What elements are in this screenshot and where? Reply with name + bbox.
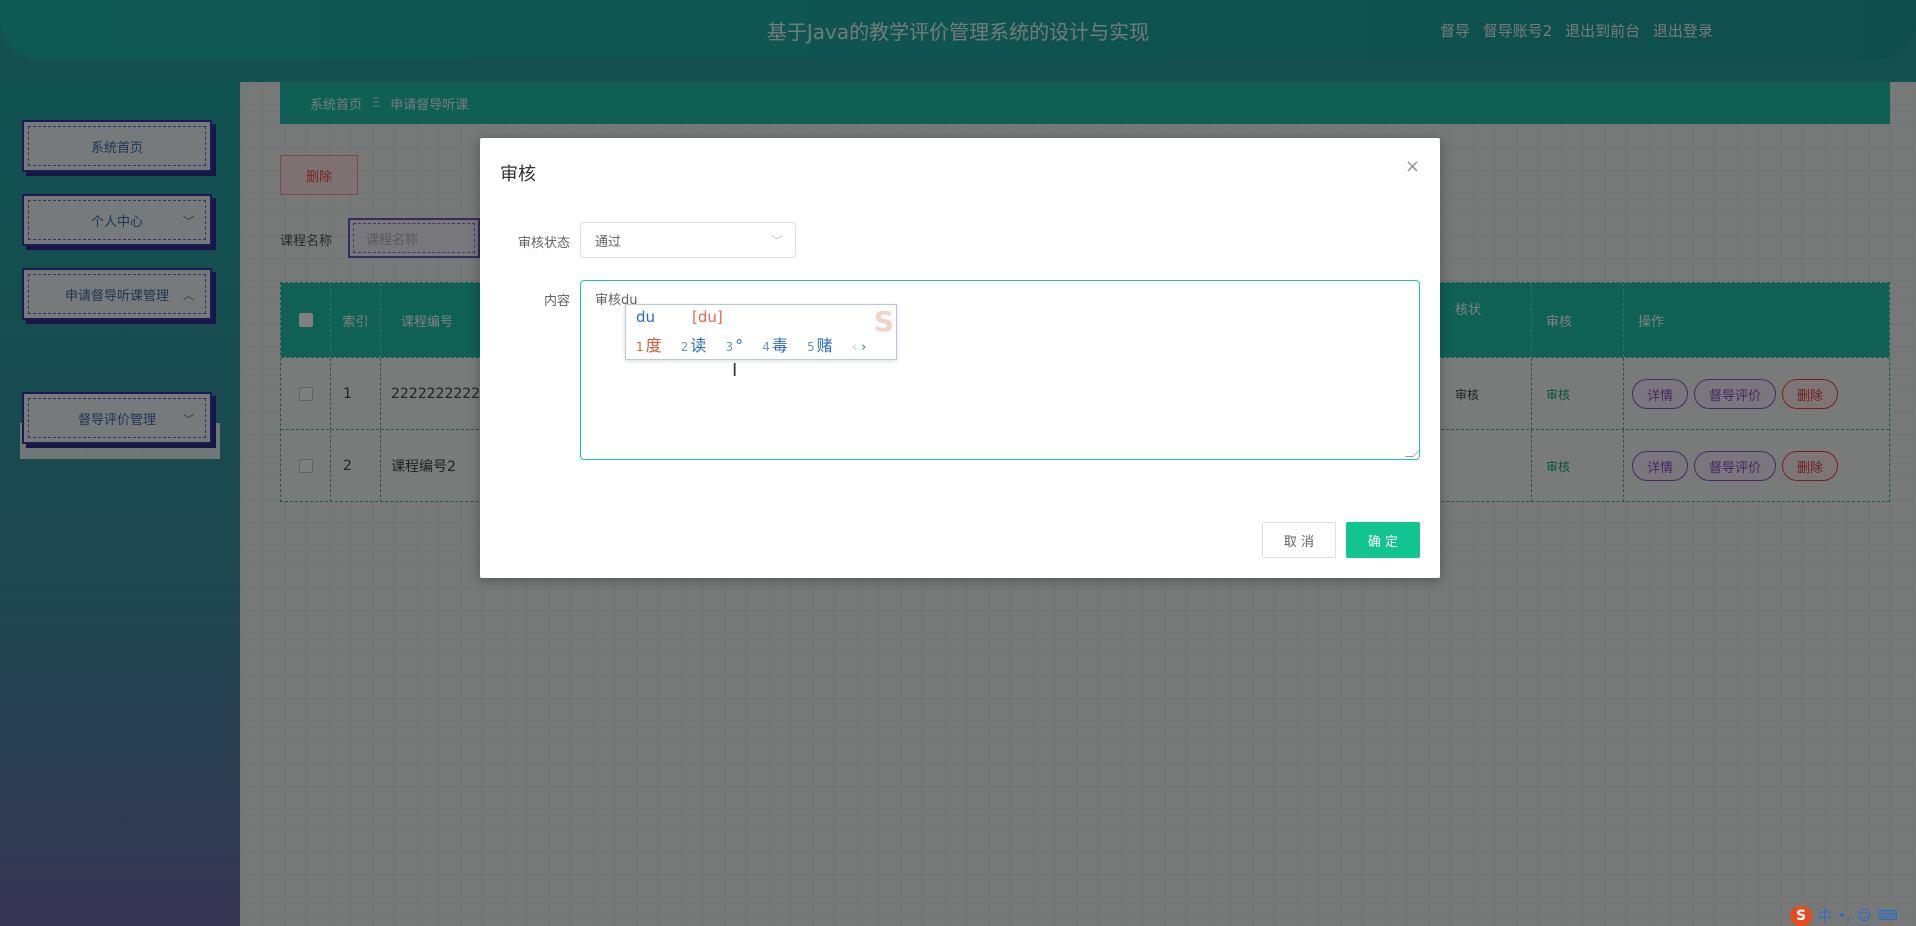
- audit-status-value: 通过: [595, 234, 622, 250]
- cancel-button[interactable]: 取 消: [1262, 522, 1336, 558]
- text-cursor-icon: I: [732, 360, 738, 381]
- ime-page-nav[interactable]: ‹ ›: [852, 340, 867, 355]
- ime-emoji-icon[interactable]: ☺: [1857, 908, 1872, 924]
- ime-candidate[interactable]: 5赌: [807, 336, 833, 355]
- ime-candidate[interactable]: 2读: [681, 336, 707, 355]
- ime-punctuation-icon[interactable]: •,: [1838, 908, 1851, 924]
- ime-next-icon[interactable]: ›: [861, 340, 866, 355]
- ime-status-bar: S 中 •, ☺ ⌨: [1790, 906, 1898, 926]
- ime-candidate[interactable]: 3 °: [726, 336, 744, 355]
- ime-candidates: 1度 2读 3 ° 4毒 5赌 ‹ ›: [636, 332, 866, 356]
- ime-prev-icon[interactable]: ‹: [852, 340, 857, 355]
- status-label: 审核状态: [517, 236, 570, 251]
- sogou-logo-icon: S: [873, 305, 894, 338]
- sogou-tray-icon[interactable]: S: [1790, 906, 1812, 926]
- ime-candidate-window: du [du] S 1度 2读 3 ° 4毒 5赌 ‹ ›: [625, 304, 897, 360]
- dialog-title: 审核: [500, 164, 536, 185]
- ime-keyboard-icon[interactable]: ⌨: [1877, 908, 1897, 924]
- ime-pinyin: [du]: [692, 308, 723, 326]
- chevron-down-icon: ﹀: [770, 234, 783, 248]
- resize-handle-icon[interactable]: [1405, 449, 1421, 457]
- audit-dialog: 审核 × 审核状态 通过 ﹀ 内容 审核du du [du] S 1度 2读 3…: [480, 138, 1440, 578]
- close-icon[interactable]: ×: [1405, 156, 1420, 177]
- content-label: 内容: [543, 294, 570, 309]
- ime-language-toggle[interactable]: 中: [1818, 906, 1832, 926]
- ime-candidate[interactable]: 4毒: [762, 336, 788, 355]
- ime-candidate[interactable]: 1度: [636, 336, 662, 355]
- audit-status-select[interactable]: 通过 ﹀: [580, 222, 796, 258]
- ime-composition: du: [636, 308, 656, 326]
- confirm-button[interactable]: 确 定: [1346, 522, 1420, 558]
